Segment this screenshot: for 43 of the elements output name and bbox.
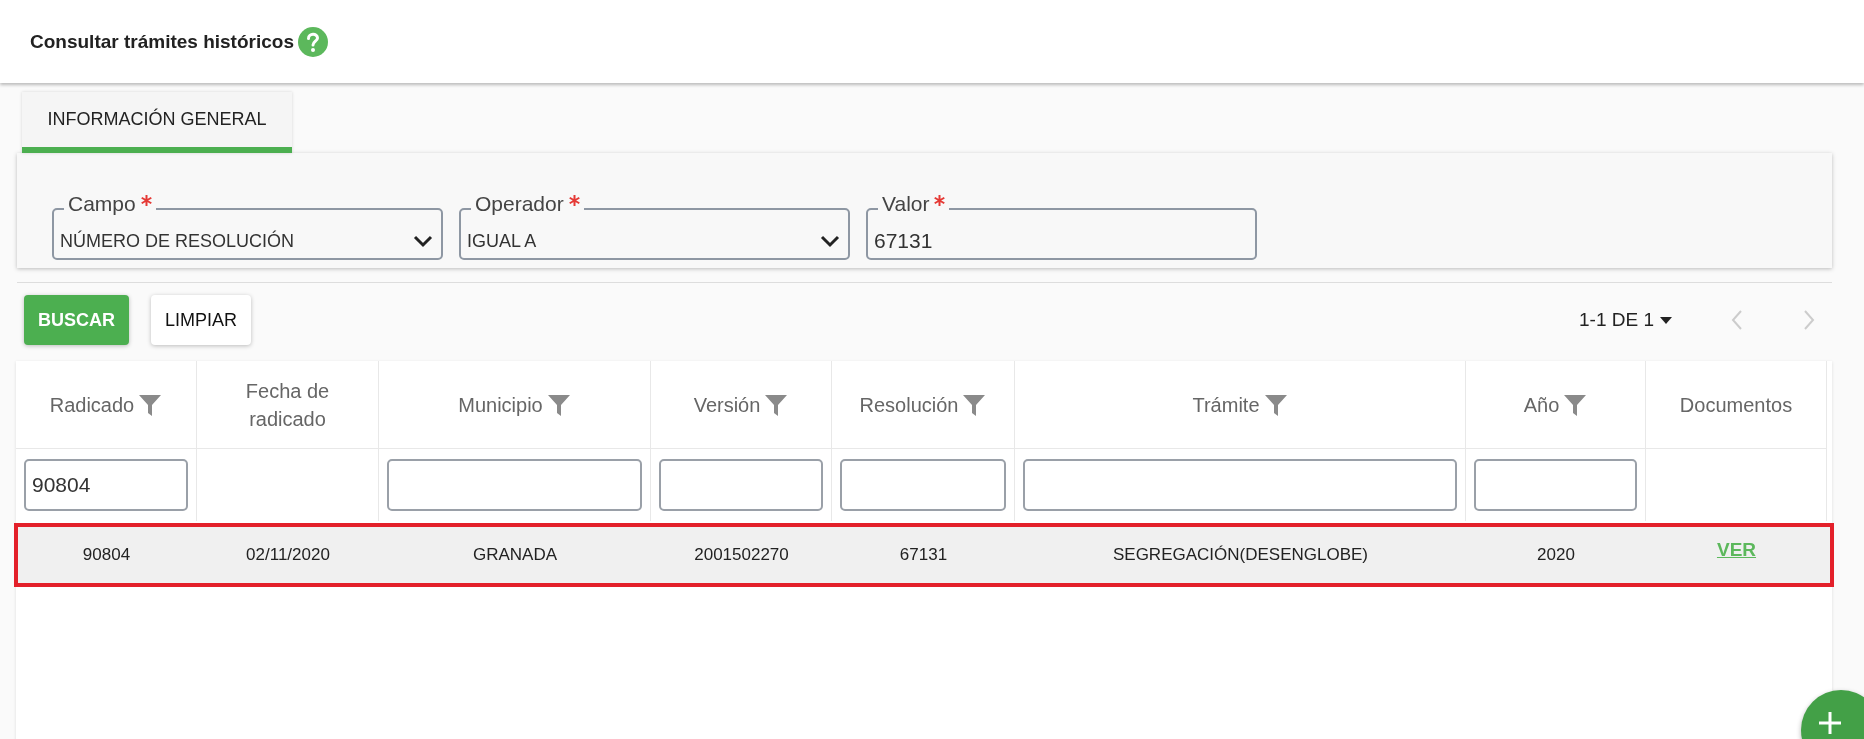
table-cell-text: 02/11/2020 <box>245 545 331 565</box>
filter-icon[interactable] <box>138 392 163 417</box>
tab[interactable]: INFORMACIÓN GENERAL <box>22 92 292 153</box>
table-cell-text: 90804 <box>81 545 132 565</box>
field-label: Operador <box>475 192 564 216</box>
table-cell-text: GRANADA <box>471 545 559 565</box>
filter-icon[interactable] <box>764 392 789 417</box>
caret-icon[interactable] <box>1660 316 1672 324</box>
column-filter-field[interactable] <box>387 459 642 511</box>
page-range-dropdown[interactable]: 1-1 DE 1 <box>1579 309 1654 331</box>
clear-button[interactable]: LIMPIAR <box>151 295 252 345</box>
field-label: Campo <box>68 192 136 216</box>
column-filter-field[interactable] <box>659 459 823 511</box>
select-field[interactable]: Operador IGUAL A <box>459 192 850 260</box>
column-filter-field[interactable]: 90804 <box>24 459 188 511</box>
input-field[interactable]: Valor 67131 <box>866 192 1257 260</box>
column-filter-field[interactable] <box>840 459 1006 511</box>
table-cell-text: 67131 <box>898 545 949 565</box>
table-cell-text: 2020 <box>1536 545 1576 565</box>
column-header: Resolución <box>859 392 959 418</box>
help-icon[interactable] <box>297 26 328 57</box>
chevron-down-icon <box>413 234 433 248</box>
column-header: Año <box>1523 392 1560 418</box>
column-header: Versión <box>693 392 761 418</box>
filter-icon[interactable] <box>1563 392 1588 417</box>
table-cell-text: SEGREGACIÓN(DESENGLOBE) <box>1111 545 1370 565</box>
table-row[interactable]: 90804 02/11/2020 GRANADA 2001502270 67131 SEGREGACIÓN(DESENGLOBE) 2020 VER <box>16 525 1832 585</box>
select-field[interactable]: Campo NÚMERO DE RESOLUCIÓN <box>52 192 443 260</box>
column-header: Trámite <box>1192 392 1260 418</box>
field-label: Valor <box>882 192 930 216</box>
filter-icon[interactable] <box>962 392 987 417</box>
plus-icon <box>1819 712 1841 734</box>
page-title: Consultar trámites históricos <box>30 30 294 53</box>
filter-icon[interactable] <box>546 392 571 417</box>
column-filter-field[interactable] <box>1474 459 1637 511</box>
column-header: Municipio <box>458 392 543 418</box>
column-header: Radicado <box>49 392 135 418</box>
column-header: Documentos <box>1679 392 1793 418</box>
filter-icon[interactable] <box>1263 392 1288 417</box>
chevron-down-icon <box>820 234 840 248</box>
column-header: Fecha de radicado <box>244 378 331 432</box>
column-filter-field[interactable] <box>1023 459 1457 511</box>
table-cell-text: 2001502270 <box>693 545 790 565</box>
